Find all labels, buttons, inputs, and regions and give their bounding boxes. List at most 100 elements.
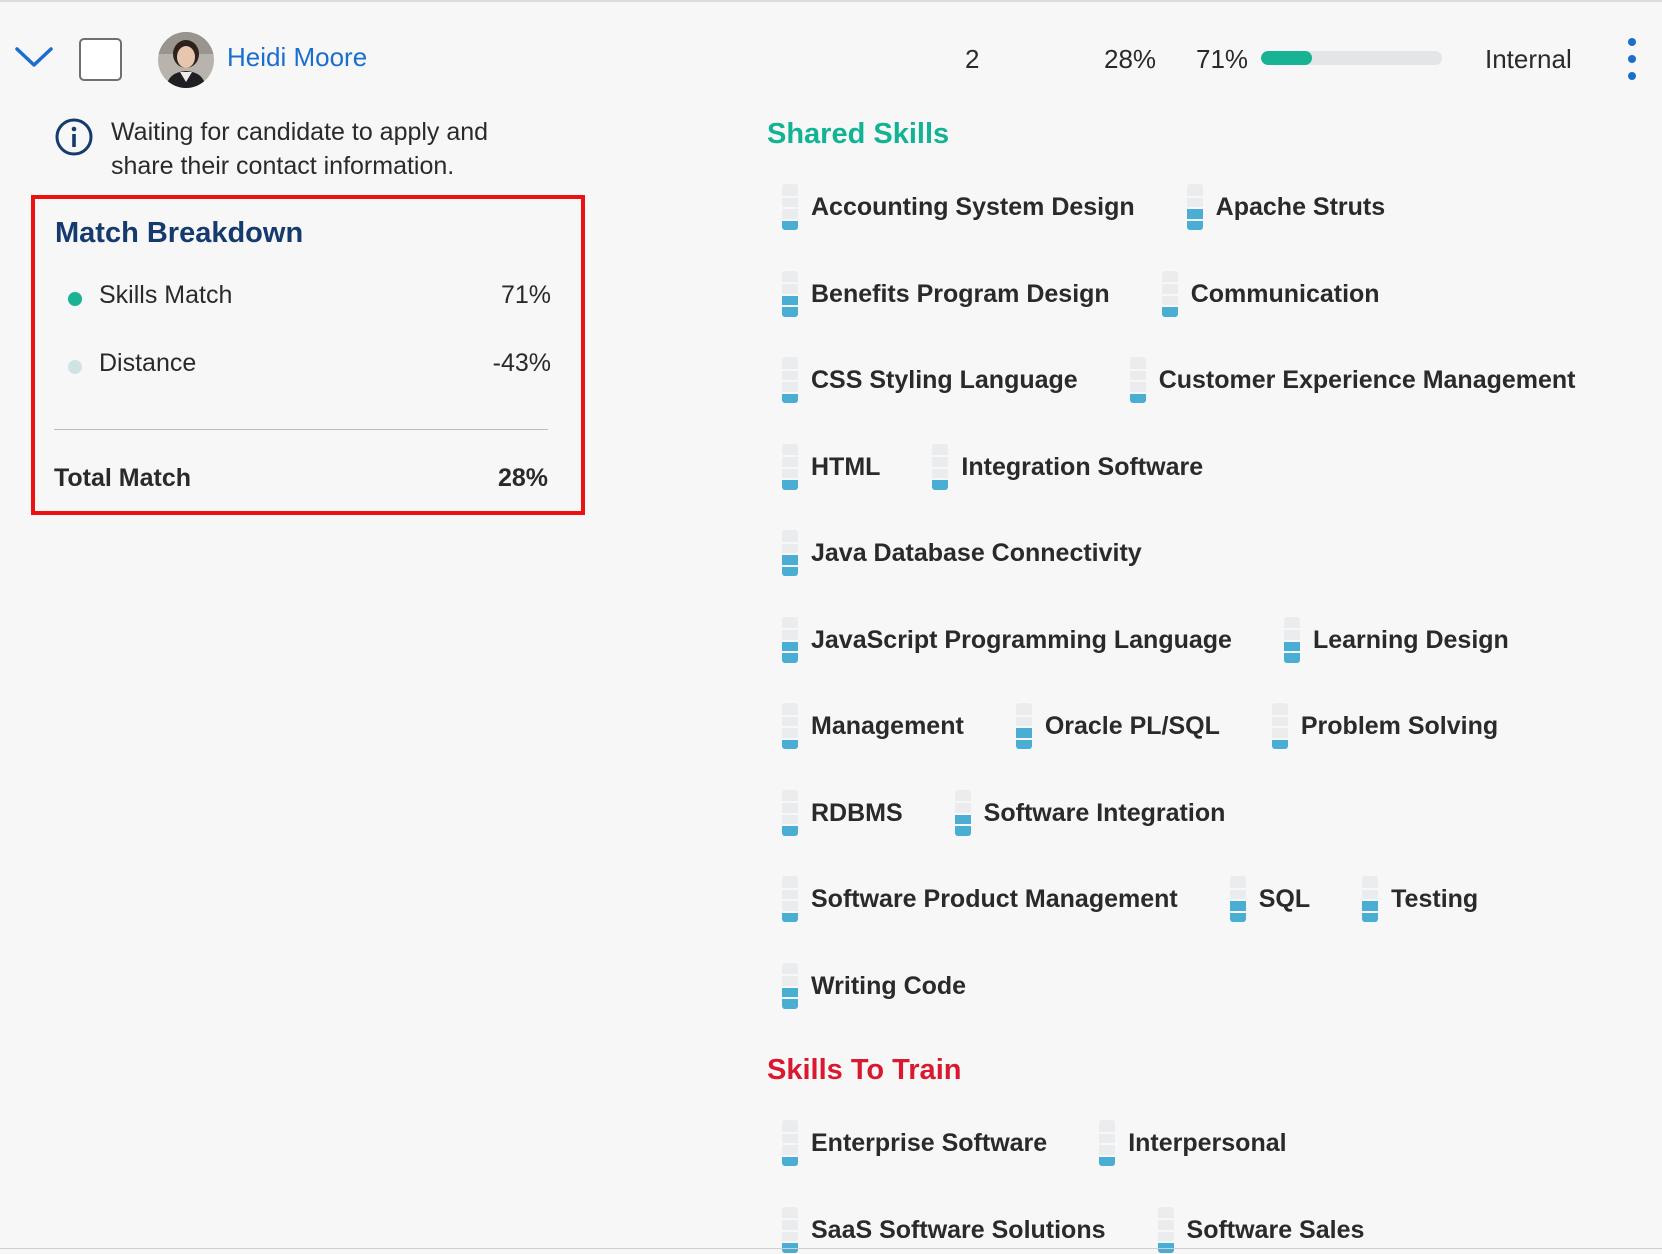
skill-name: Accounting System Design <box>811 193 1135 221</box>
skill-tag: HTML <box>782 443 880 491</box>
skill-tag: SaaS Software Solutions <box>782 1206 1106 1254</box>
skill-name: Oracle PL/SQL <box>1044 712 1220 740</box>
skills-match-row: Skills Match 71% <box>65 281 551 315</box>
skill-name: Enterprise Software <box>811 1129 1048 1157</box>
skills-match-dot-icon <box>68 292 82 306</box>
skill-tag: Benefits Program Design <box>782 270 1110 318</box>
skill-name: Learning Design <box>1312 625 1509 654</box>
avatar <box>158 32 214 88</box>
candidate-type: Internal <box>1485 44 1572 74</box>
skill-level-icon <box>782 1120 798 1166</box>
skill-row: CSS Styling Language Customer Experience … <box>782 356 1642 443</box>
skill-tag: Problem Solving <box>1271 702 1499 750</box>
skill-level-icon <box>1186 184 1203 230</box>
match-breakdown-title: Match Breakdown <box>55 217 304 249</box>
skill-tag: Java Database Connectivity <box>782 529 1142 577</box>
shared-skills-heading: Shared Skills <box>767 118 950 150</box>
total-match-row: Total Match 28% <box>54 464 548 493</box>
skills-match-progress-fill <box>1261 51 1312 65</box>
skill-name: HTML <box>811 452 881 481</box>
skill-row: Benefits Program Design Communication <box>782 270 1642 357</box>
candidate-name-link[interactable]: Heidi Moore <box>227 42 367 73</box>
skill-tag: Interpersonal <box>1099 1119 1287 1167</box>
skill-tag: Apache Struts <box>1186 183 1385 231</box>
distance-row: Distance -43% <box>65 349 551 383</box>
skill-row: Accounting System Design Apache Struts <box>782 183 1642 270</box>
skill-level-icon <box>782 357 798 403</box>
skill-name: Problem Solving <box>1300 712 1499 740</box>
skill-tag: JavaScript Programming Language <box>782 616 1232 664</box>
skill-name: SQL <box>1258 885 1311 913</box>
skill-level-icon <box>782 962 798 1009</box>
skill-level-icon <box>1271 703 1288 749</box>
skill-name: JavaScript Programming Language <box>811 625 1232 654</box>
skill-row: Writing Code <box>782 962 1642 1049</box>
skill-name: SaaS Software Solutions <box>811 1215 1106 1244</box>
info-message: Waiting for candidate to apply and share… <box>111 118 489 180</box>
skill-level-icon <box>782 876 798 922</box>
skill-name: Benefits Program Design <box>811 279 1110 308</box>
skill-tag: RDBMS <box>782 789 903 837</box>
skill-name: Communication <box>1190 279 1380 308</box>
more-options-icon[interactable] <box>1622 38 1642 80</box>
bottom-divider <box>0 1248 1662 1249</box>
skill-row: RDBMS Software Integration <box>782 789 1642 876</box>
skill-tag: Testing <box>1362 875 1478 923</box>
skill-name: Software Product Management <box>811 885 1178 913</box>
candidate-count: 2 <box>965 44 980 74</box>
skill-tag: Writing Code <box>782 962 966 1010</box>
skill-tag: Management <box>782 702 964 750</box>
skill-name: Integration Software <box>961 452 1204 481</box>
distance-value: -43% <box>492 349 551 377</box>
skill-tag: Oracle PL/SQL <box>1015 702 1220 750</box>
skill-level-icon <box>782 443 798 490</box>
distance-label: Distance <box>99 349 197 377</box>
skills-match-label: Skills Match <box>99 281 233 309</box>
skill-tag: Enterprise Software <box>782 1119 1047 1167</box>
select-candidate-checkbox[interactable] <box>79 38 122 81</box>
skills-match-progress-bar <box>1261 51 1442 65</box>
skill-tag: Learning Design <box>1283 616 1509 664</box>
skill-tag: Software Product Management <box>782 875 1178 923</box>
skill-tag: Customer Experience Management <box>1129 356 1576 404</box>
skill-level-icon <box>782 530 798 576</box>
skill-level-icon <box>954 789 971 836</box>
skill-level-icon <box>782 184 798 230</box>
skill-tag: Communication <box>1161 270 1380 318</box>
skill-row: Software Product Management SQL Testing <box>782 875 1642 962</box>
total-match-value: 28% <box>1104 44 1157 74</box>
skill-tag: SQL <box>1229 875 1311 923</box>
candidate-row: Heidi Moore 2 28% 71% Internal <box>0 0 1662 120</box>
skill-level-icon <box>782 616 798 663</box>
skill-name: Interpersonal <box>1128 1129 1287 1157</box>
skill-level-icon <box>782 1206 798 1253</box>
skill-row: Enterprise Software Interpersonal <box>782 1119 1642 1206</box>
breakdown-divider <box>54 429 548 430</box>
info-icon <box>55 118 93 156</box>
skill-name: Java Database Connectivity <box>811 539 1142 567</box>
skill-level-icon <box>932 443 949 490</box>
skill-name: Testing <box>1391 885 1479 913</box>
skill-level-icon <box>1015 703 1032 749</box>
chevron-down-icon[interactable] <box>14 44 54 70</box>
skill-level-icon <box>1157 1206 1174 1253</box>
skill-row: JavaScript Programming Language Learning … <box>782 616 1642 703</box>
skill-name: Software Integration <box>983 798 1226 827</box>
skill-tag: Software Integration <box>954 789 1226 837</box>
skill-tag: Accounting System Design <box>782 183 1135 231</box>
person-avatar-icon <box>158 32 214 88</box>
match-breakdown-panel: Match Breakdown Skills Match 71% Distanc… <box>31 195 585 515</box>
skill-level-icon <box>782 789 798 836</box>
skill-name: Writing Code <box>811 971 967 1000</box>
skill-name: CSS Styling Language <box>811 366 1078 394</box>
skill-level-icon <box>782 270 798 317</box>
skill-name: Management <box>811 712 964 740</box>
total-match-breakdown-value: 28% <box>497 464 548 492</box>
skills-to-train-heading: Skills To Train <box>767 1054 962 1086</box>
skill-level-icon <box>1129 357 1146 403</box>
skill-name: Software Sales <box>1186 1215 1365 1244</box>
skill-name: RDBMS <box>811 798 903 827</box>
skill-row: HTML Integration Software <box>782 443 1642 530</box>
distance-dot-icon <box>68 360 82 374</box>
skill-level-icon <box>1099 1120 1116 1166</box>
